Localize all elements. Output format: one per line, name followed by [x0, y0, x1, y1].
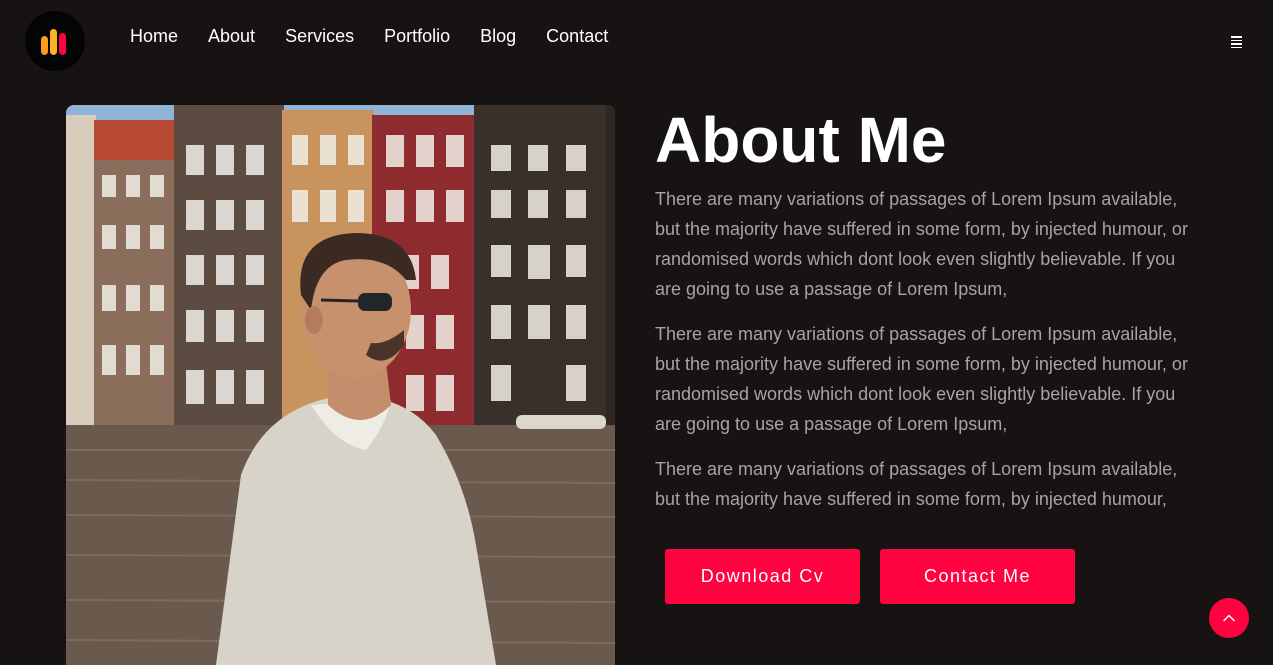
page-title: About Me — [655, 104, 947, 176]
download-cv-button[interactable]: Download Cv — [665, 549, 860, 604]
nav-services[interactable]: Services — [285, 24, 354, 48]
hamburger-menu-icon[interactable] — [1229, 36, 1245, 50]
scroll-to-top-button[interactable] — [1209, 598, 1249, 638]
about-paragraph-3: There are many variations of passages of… — [655, 459, 1178, 509]
nav-portfolio[interactable]: Portfolio — [384, 24, 450, 48]
profile-photo — [66, 105, 615, 665]
chevron-up-icon — [1223, 614, 1235, 622]
logo[interactable] — [25, 11, 85, 71]
bars-logo-icon — [41, 29, 66, 55]
nav-blog[interactable]: Blog — [480, 24, 516, 48]
nav-about[interactable]: About — [208, 24, 255, 48]
about-paragraph-2: There are many variations of passages of… — [655, 324, 1188, 434]
contact-me-button[interactable]: Contact Me — [880, 549, 1075, 604]
nav-home[interactable]: Home — [130, 24, 178, 48]
about-paragraph-1: There are many variations of passages of… — [655, 189, 1188, 299]
nav-contact[interactable]: Contact — [546, 24, 608, 48]
site-header: Home About Services Portfolio Blog Conta… — [0, 0, 1273, 80]
